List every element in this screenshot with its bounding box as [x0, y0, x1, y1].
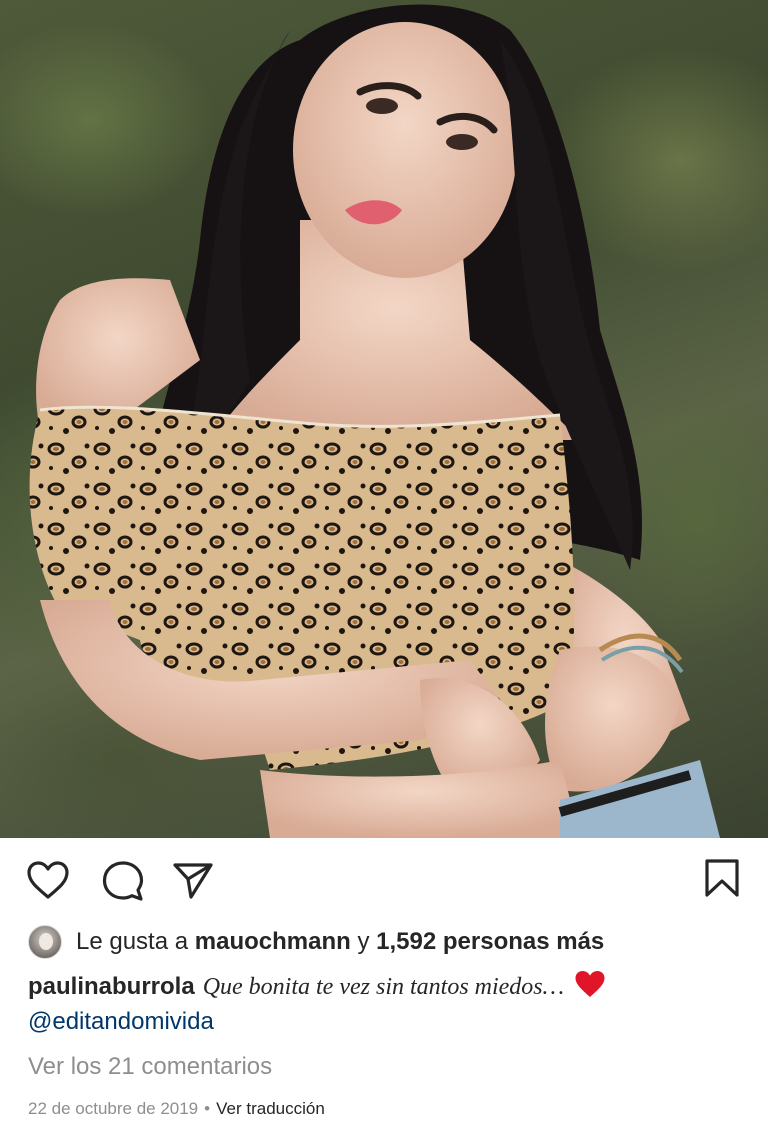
post-photo[interactable]: [0, 0, 768, 838]
view-comments-link[interactable]: Ver los 21 comentarios: [28, 1053, 272, 1081]
red-heart-emoji-icon: [574, 970, 606, 1005]
liker-username[interactable]: mauochmann: [195, 928, 351, 956]
likes-count[interactable]: 1,592 personas más: [376, 928, 604, 956]
post-photo-illustration: [29, 4, 720, 838]
likes-prefix: Le gusta a: [76, 928, 189, 955]
caption-text: Que bonita te vez sin tantos miedos…: [202, 973, 564, 1000]
bookmark-icon[interactable]: [704, 858, 740, 898]
post-caption: paulinaburrola Que bonita te vez sin tan…: [28, 968, 748, 1006]
liker-avatar[interactable]: [28, 925, 62, 959]
post-date: 22 de octubre de 2019: [28, 1099, 199, 1118]
meta-separator: •: [204, 1099, 211, 1118]
caption-mention-link[interactable]: @editandomivida: [28, 1008, 214, 1036]
post-action-bar: [0, 838, 768, 922]
likes-connector: y: [357, 928, 370, 955]
post-meta: 22 de octubre de 2019 • Ver traducción: [28, 1099, 325, 1119]
caption-username[interactable]: paulinaburrola: [28, 973, 195, 1001]
paper-plane-icon[interactable]: [172, 862, 214, 900]
likes-summary[interactable]: Le gusta a mauochmann y 1,592 personas m…: [28, 924, 748, 960]
heart-outline-icon[interactable]: [26, 860, 70, 900]
comment-bubble-icon[interactable]: [102, 860, 144, 902]
see-translation-link[interactable]: Ver traducción: [216, 1099, 325, 1119]
